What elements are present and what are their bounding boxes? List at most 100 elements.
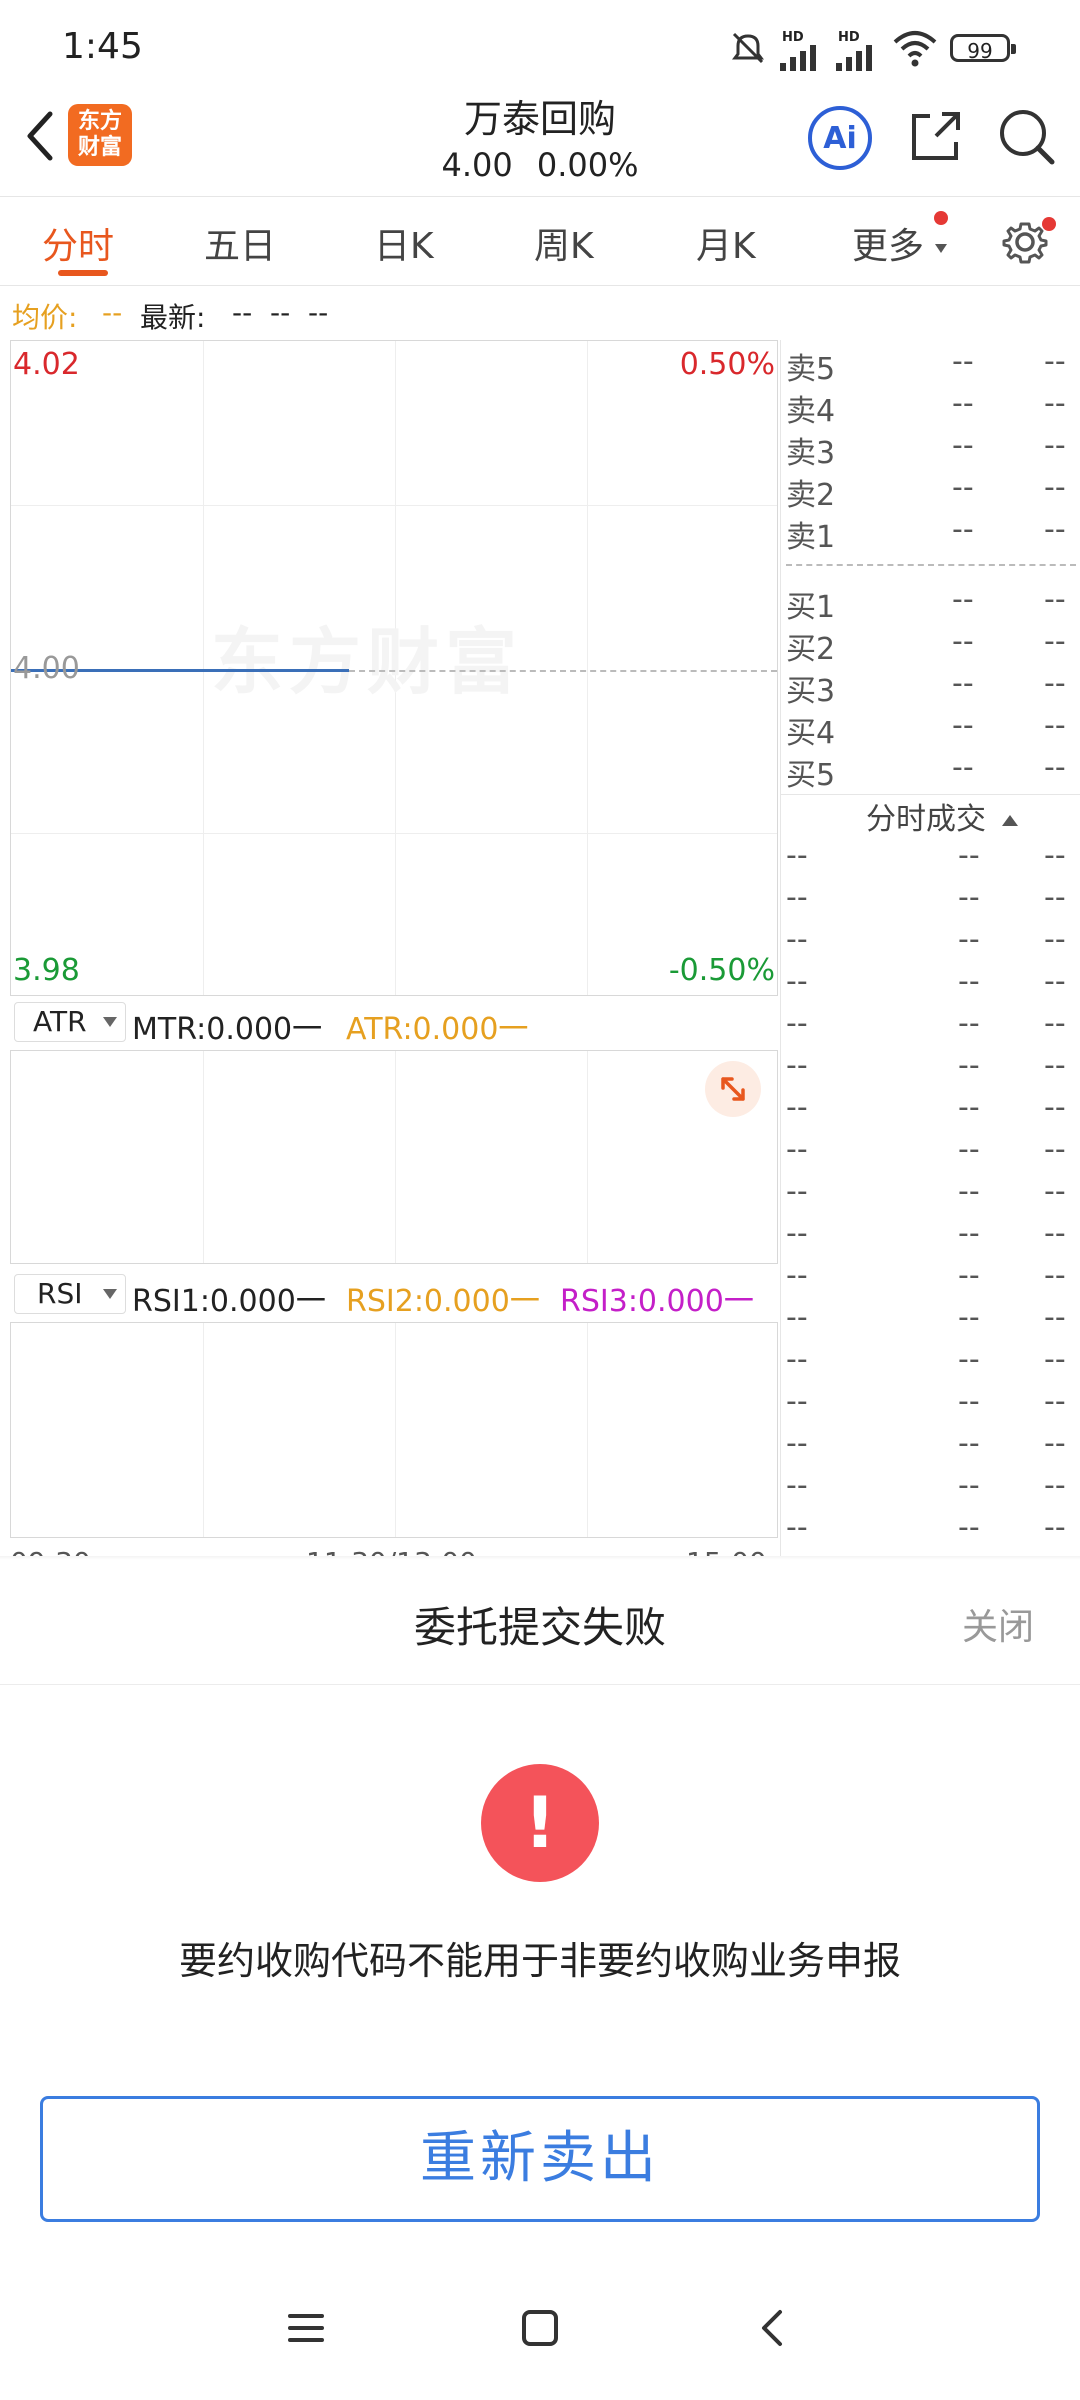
- pct-high-label: 0.50%: [679, 347, 775, 382]
- trade-price: --: [958, 1174, 980, 1209]
- latest-values: -- -- --: [232, 296, 329, 329]
- atr-chart: [10, 1050, 778, 1264]
- close-button[interactable]: 关闭: [962, 1598, 1034, 1650]
- bid-row: 买1 -- --: [786, 582, 1080, 625]
- trade-time: --: [786, 880, 808, 915]
- bid-row: 买2 -- --: [786, 624, 1080, 667]
- notification-dot: [934, 211, 948, 225]
- trade-row: -- -- --: [786, 1258, 1080, 1300]
- ask-volume: --: [1044, 386, 1066, 421]
- hd-label: HD: [838, 30, 860, 45]
- trade-volume: --: [1044, 1174, 1066, 1209]
- trade-price: --: [958, 1300, 980, 1335]
- atr-value: ATR:0.000一: [346, 1012, 529, 1047]
- chart-settings-button[interactable]: [1000, 215, 1056, 271]
- bid-volume: --: [1044, 582, 1066, 617]
- indicator-select-label: RSI: [37, 1277, 83, 1310]
- trade-volume: --: [1044, 1426, 1066, 1461]
- trade-row: -- -- --: [786, 1342, 1080, 1384]
- share-icon: [912, 112, 960, 160]
- tab-more[interactable]: 更多: [852, 211, 948, 269]
- trade-row: -- -- --: [786, 964, 1080, 1006]
- indicator-select-rsi[interactable]: RSI: [14, 1274, 126, 1314]
- trade-price: --: [958, 1216, 980, 1251]
- atr-legend: ATR MTR:0.000一 ATR:0.000一: [0, 998, 780, 1048]
- ask-price: --: [952, 344, 974, 379]
- caret-down-icon: [103, 1017, 117, 1027]
- dialog-divider: [0, 1684, 1080, 1685]
- ask-label: 卖4: [786, 394, 836, 429]
- trade-price: --: [958, 1510, 980, 1545]
- search-button[interactable]: [996, 106, 1058, 172]
- signal-icon: HD: [836, 30, 872, 71]
- dialog-title: 委托提交失败: [413, 1603, 666, 1652]
- bid-label: 买3: [786, 674, 836, 709]
- price-mid-label: 4.00: [13, 651, 80, 686]
- stock-price: 4.00: [441, 146, 513, 184]
- trade-time: --: [786, 1132, 808, 1167]
- battery-icon: 99: [950, 34, 1016, 63]
- resell-button[interactable]: 重新卖出: [40, 2096, 1040, 2222]
- bid-label: 买1: [786, 590, 836, 625]
- expand-icon: [721, 1077, 745, 1101]
- trade-time: --: [786, 838, 808, 873]
- trade-time: --: [786, 1048, 808, 1083]
- indicator-select-label: ATR: [33, 1005, 87, 1038]
- trade-volume: --: [1044, 1132, 1066, 1167]
- trade-price: --: [958, 1006, 980, 1041]
- intraday-chart[interactable]: 东方财富 4.02 0.50% 4.00 3.98 -0.50%: [10, 340, 778, 996]
- trade-price: --: [958, 1384, 980, 1419]
- bid-volume: --: [1044, 708, 1066, 743]
- tab-daily-k[interactable]: 日K: [374, 217, 434, 269]
- back-nav-button[interactable]: [752, 2306, 796, 2354]
- trade-row: -- -- --: [786, 1468, 1080, 1510]
- share-button[interactable]: [906, 106, 966, 170]
- trade-volume: --: [1044, 964, 1066, 999]
- tab-five-day[interactable]: 五日: [204, 217, 276, 269]
- ask-price: --: [952, 512, 974, 547]
- notification-dot: [1042, 217, 1056, 231]
- dialog-edge: [0, 1556, 1080, 1560]
- active-tab-indicator: [58, 270, 108, 276]
- rsi3-value: RSI3:0.000一: [560, 1284, 754, 1319]
- trade-volume: --: [1044, 1048, 1066, 1083]
- ask-volume: --: [1044, 470, 1066, 505]
- trade-time: --: [786, 1174, 808, 1209]
- tab-intraday[interactable]: 分时: [42, 217, 114, 269]
- trade-price: --: [958, 1132, 980, 1167]
- trade-volume: --: [1044, 1468, 1066, 1503]
- indicator-select-atr[interactable]: ATR: [14, 1002, 126, 1042]
- bid-row: 买3 -- --: [786, 666, 1080, 709]
- tab-monthly-k[interactable]: 月K: [696, 217, 756, 269]
- bid-label: 买4: [786, 716, 836, 751]
- trade-price: --: [958, 1426, 980, 1461]
- trade-row: -- -- --: [786, 1510, 1080, 1552]
- trades-toggle[interactable]: 分时成交: [866, 794, 1018, 838]
- tab-weekly-k[interactable]: 周K: [534, 217, 594, 269]
- ask-price: --: [952, 428, 974, 463]
- rsi-chart: [10, 1322, 778, 1538]
- trade-volume: --: [1044, 1384, 1066, 1419]
- wifi-icon: [892, 30, 938, 72]
- ask-row: 卖4 -- --: [786, 386, 1080, 429]
- home-nav-button[interactable]: [518, 2306, 562, 2354]
- trade-row: -- -- --: [786, 1048, 1080, 1090]
- trade-time: --: [786, 1468, 808, 1503]
- menu-nav-button[interactable]: [284, 2306, 328, 2354]
- avg-label: 均价:: [12, 301, 78, 334]
- expand-button[interactable]: [705, 1061, 761, 1117]
- rsi-legend: RSI RSI1:0.000一 RSI2:0.000一 RSI3:0.000一: [0, 1270, 780, 1320]
- status-time: 1:45: [62, 26, 143, 67]
- spread-divider: [786, 564, 1076, 566]
- ai-button[interactable]: Ai: [808, 106, 872, 170]
- hd-label: HD: [782, 30, 804, 45]
- reference-line: [349, 670, 777, 672]
- trade-price: --: [958, 1468, 980, 1503]
- ask-price: --: [952, 386, 974, 421]
- trade-price: --: [958, 964, 980, 999]
- trade-volume: --: [1044, 1510, 1066, 1545]
- trade-volume: --: [1044, 1258, 1066, 1293]
- bid-price: --: [952, 750, 974, 785]
- price-high-label: 4.02: [13, 347, 80, 382]
- trade-volume: --: [1044, 838, 1066, 873]
